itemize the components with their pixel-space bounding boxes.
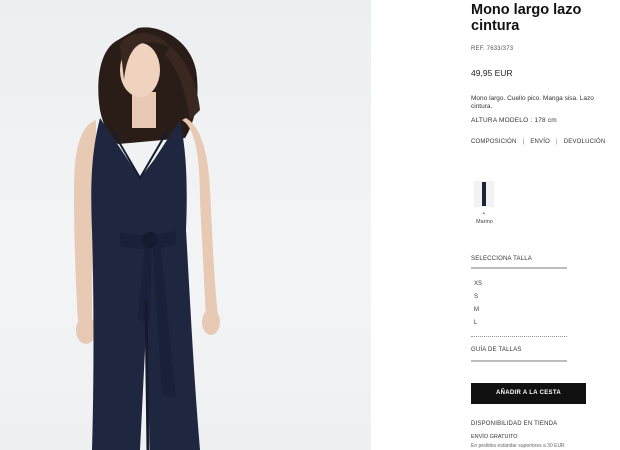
product-price: 49,95 EUR: [471, 68, 513, 78]
product-title: Mono largo lazo cintura: [471, 2, 611, 34]
product-title-line-1: Mono largo lazo: [471, 2, 582, 18]
add-to-cart-button[interactable]: AÑADIR A LA CESTA: [471, 383, 586, 404]
composition-link[interactable]: COMPOSICIÓN: [471, 139, 517, 145]
info-links: COMPOSICIÓN | ENVÍO | DEVOLUCIÓN: [471, 139, 605, 145]
model-height: ALTURA MODELO : 178 cm: [471, 117, 557, 124]
size-guide-divider: [471, 360, 567, 362]
product-title-line-2: cintura: [471, 18, 520, 34]
product-reference: REF. 7633/373: [471, 46, 514, 52]
color-swatch-marino[interactable]: [474, 181, 494, 207]
size-guide-link[interactable]: GUÍA DE TALLAS: [471, 347, 522, 353]
shipping-link[interactable]: ENVÍO: [530, 139, 550, 145]
selected-color-marker: •: [483, 211, 485, 217]
color-name: Marino: [476, 219, 493, 225]
swatch-garment-thumbnail: [482, 182, 486, 206]
size-option-m[interactable]: M: [474, 307, 482, 320]
size-option-s[interactable]: S: [474, 294, 482, 307]
size-list-divider: [471, 336, 567, 337]
free-shipping-label: ENVÍO GRATUITO: [471, 434, 518, 440]
model-illustration: [74, 27, 220, 450]
size-option-xs[interactable]: XS: [474, 281, 482, 294]
link-separator: |: [522, 139, 525, 145]
product-photo[interactable]: [0, 0, 371, 450]
size-list: XS S M L: [474, 281, 482, 333]
product-description: Mono largo. Cuello pico. Manga sisa. Laz…: [471, 95, 594, 110]
size-title-divider: [471, 267, 567, 269]
returns-link[interactable]: DEVOLUCIÓN: [564, 139, 606, 145]
size-selector-title: SELECCIONA TALLA: [471, 256, 533, 262]
link-separator: |: [555, 139, 558, 145]
size-option-l[interactable]: L: [474, 320, 482, 333]
free-shipping-note: En pedidos estándar superiores a 30 EUR: [471, 443, 565, 449]
store-availability-link[interactable]: DISPONIBILIDAD EN TIENDA: [471, 421, 557, 427]
